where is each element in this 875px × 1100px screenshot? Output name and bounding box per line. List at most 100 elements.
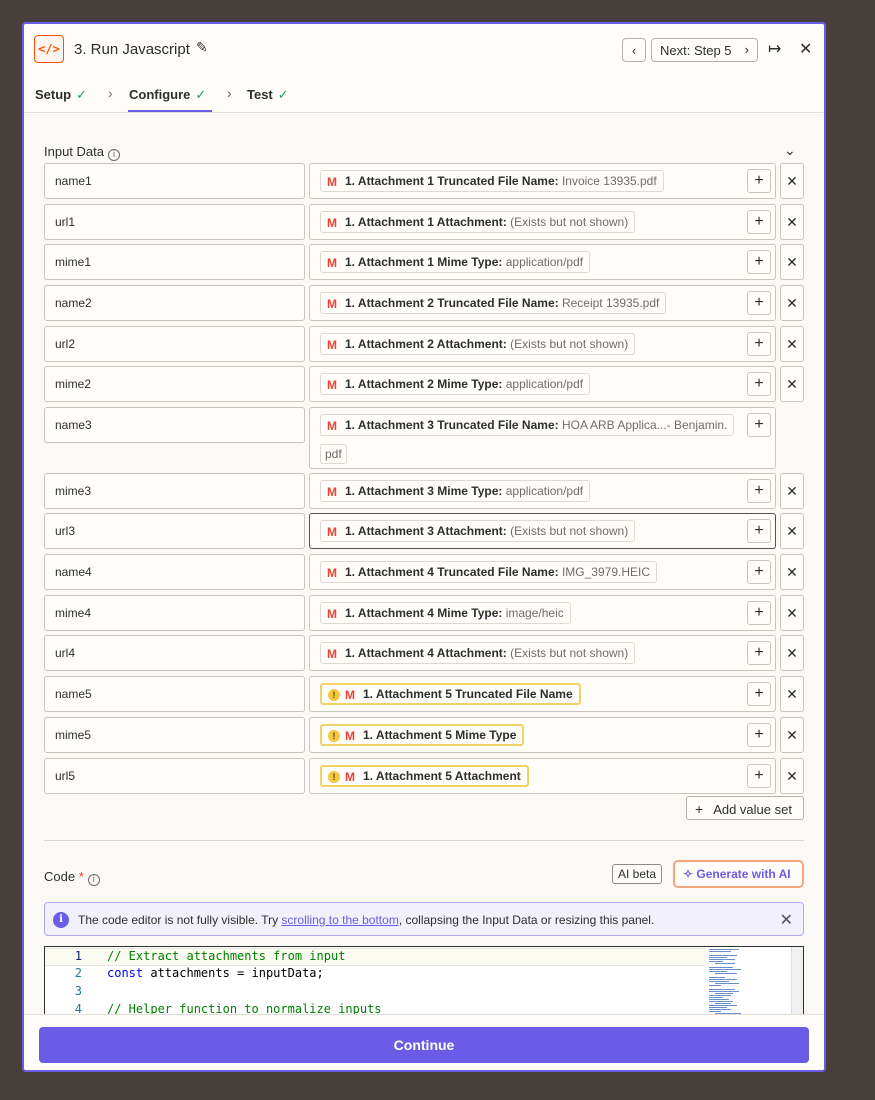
step-title[interactable]: 3. Run Javascript	[74, 41, 190, 58]
input-key-field[interactable]: name5	[44, 676, 305, 712]
next-step-button[interactable]: Next: Step 5 ›	[651, 38, 758, 62]
mapped-field-pill[interactable]: ! M 1. Attachment 5 Truncated File Name	[320, 683, 581, 705]
remove-row-button[interactable]: ✕	[780, 244, 804, 280]
input-key-field[interactable]: mime3	[44, 473, 305, 509]
mapped-field-pill[interactable]: M 1. Attachment 3 Truncated File Name: HO…	[320, 414, 735, 436]
input-key-field[interactable]: url3	[44, 513, 305, 549]
collapse-panel-icon[interactable]: ↦	[768, 39, 781, 59]
mapped-field-pill[interactable]: M 1. Attachment 3 Mime Type: application/…	[320, 480, 591, 502]
insert-data-button[interactable]: +	[747, 250, 771, 274]
remove-row-button[interactable]: ✕	[780, 635, 804, 671]
tab-setup[interactable]: Setup ✓	[35, 87, 87, 103]
remove-row-button[interactable]: ✕	[780, 513, 804, 549]
input-value-field[interactable]: ! M 1. Attachment 5 Truncated File Name +	[309, 676, 776, 712]
insert-data-button[interactable]: +	[747, 413, 771, 437]
info-icon[interactable]: i	[87, 874, 100, 886]
insert-data-button[interactable]: +	[747, 479, 771, 503]
insert-data-button[interactable]: +	[747, 764, 771, 788]
pencil-icon[interactable]: ✎	[196, 39, 208, 56]
input-key-field[interactable]: name2	[44, 285, 305, 321]
code-line[interactable]: 1 // Extract attachments from input	[45, 948, 705, 966]
insert-data-button[interactable]: +	[747, 291, 771, 315]
mapped-field-pill[interactable]: M 1. Attachment 1 Attachment: (Exists but…	[320, 211, 636, 233]
remove-row-button[interactable]: ✕	[780, 717, 804, 753]
generate-with-ai-label: Generate with AI	[696, 867, 791, 881]
mapped-field-pill[interactable]: M 1. Attachment 4 Attachment: (Exists but…	[320, 642, 636, 664]
mapped-field-pill[interactable]: ! M 1. Attachment 5 Attachment	[320, 765, 529, 787]
close-icon[interactable]: ✕	[799, 39, 812, 59]
insert-data-button[interactable]: +	[747, 641, 771, 665]
input-key-field[interactable]: url2	[44, 326, 305, 362]
input-value-field[interactable]: M 1. Attachment 1 Truncated File Name: In…	[309, 163, 776, 199]
input-key-field[interactable]: mime5	[44, 717, 305, 753]
previous-step-button[interactable]: ‹	[622, 38, 646, 62]
minimap-line	[709, 971, 727, 972]
remove-row-button[interactable]: ✕	[780, 676, 804, 712]
input-key-field[interactable]: url5	[44, 758, 305, 794]
insert-data-button[interactable]: +	[747, 169, 771, 193]
close-icon[interactable]: ✕	[780, 910, 793, 930]
input-value-field[interactable]: M 1. Attachment 3 Attachment: (Exists but…	[309, 513, 776, 549]
input-value-field[interactable]: M 1. Attachment 1 Mime Type: application/…	[309, 244, 776, 280]
warning-icon: !	[328, 689, 340, 701]
code-line[interactable]: 3	[45, 984, 705, 1002]
tab-test-label: Test	[247, 87, 273, 102]
scroll-to-bottom-link[interactable]: scrolling to the bottom	[281, 913, 398, 927]
input-key-field[interactable]: mime1	[44, 244, 305, 280]
input-value-field[interactable]: M 1. Attachment 1 Attachment: (Exists but…	[309, 204, 776, 240]
insert-data-button[interactable]: +	[747, 723, 771, 747]
input-value-field[interactable]: M 1. Attachment 2 Mime Type: application/…	[309, 366, 776, 402]
insert-data-button[interactable]: +	[747, 682, 771, 706]
mapped-field-pill[interactable]: M 1. Attachment 1 Truncated File Name: In…	[320, 170, 664, 192]
remove-row-button[interactable]: ✕	[780, 204, 804, 240]
insert-data-button[interactable]: +	[747, 560, 771, 584]
tab-configure[interactable]: Configure ✓	[129, 87, 206, 103]
mapped-field-pill[interactable]: M 1. Attachment 1 Mime Type: application/…	[320, 251, 591, 273]
mapped-field-pill[interactable]: M 1. Attachment 4 Truncated File Name: IM…	[320, 561, 657, 583]
input-value-field[interactable]: M 1. Attachment 4 Attachment: (Exists but…	[309, 635, 776, 671]
input-key-field[interactable]: url1	[44, 204, 305, 240]
input-key-field[interactable]: mime2	[44, 366, 305, 402]
input-key-field[interactable]: url4	[44, 635, 305, 671]
input-value-field[interactable]: M 1. Attachment 2 Truncated File Name: Re…	[309, 285, 776, 321]
input-value-field[interactable]: M 1. Attachment 3 Truncated File Name: HO…	[309, 407, 776, 469]
remove-row-button[interactable]: ✕	[780, 163, 804, 199]
info-icon[interactable]: i	[108, 149, 120, 161]
remove-row-button[interactable]: ✕	[780, 285, 804, 321]
mapped-field-pill[interactable]: ! M 1. Attachment 5 Mime Type	[320, 724, 525, 746]
input-value-field[interactable]: ! M 1. Attachment 5 Mime Type +	[309, 717, 776, 753]
remove-row-button[interactable]: ✕	[780, 326, 804, 362]
input-value-field[interactable]: M 1. Attachment 4 Truncated File Name: IM…	[309, 554, 776, 590]
input-key-field[interactable]: mime4	[44, 595, 305, 631]
remove-row-button[interactable]: ✕	[780, 473, 804, 509]
remove-row-button[interactable]: ✕	[780, 758, 804, 794]
add-value-set-button[interactable]: + Add value set	[686, 796, 804, 820]
input-value-field[interactable]: M 1. Attachment 4 Mime Type: image/heic +	[309, 595, 776, 631]
code-line[interactable]: 2 const attachments = inputData;	[45, 966, 705, 984]
input-key-field[interactable]: name4	[44, 554, 305, 590]
insert-data-button[interactable]: +	[747, 210, 771, 234]
tab-test[interactable]: Test ✓	[247, 87, 289, 103]
continue-button[interactable]: Continue	[39, 1027, 809, 1063]
input-key-field[interactable]: name1	[44, 163, 305, 199]
generate-with-ai-button[interactable]: ✧ Generate with AI	[673, 860, 804, 888]
mapped-field-pill[interactable]: M 1. Attachment 4 Mime Type: image/heic	[320, 602, 571, 624]
insert-data-button[interactable]: +	[747, 372, 771, 396]
remove-row-button[interactable]: ✕	[780, 366, 804, 402]
input-value-field[interactable]: M 1. Attachment 3 Mime Type: application/…	[309, 473, 776, 509]
chevron-down-icon[interactable]: ⌄	[784, 142, 796, 159]
mapped-field-pill[interactable]: M 1. Attachment 3 Attachment: (Exists but…	[320, 520, 636, 542]
minimap-line	[715, 983, 739, 984]
remove-row-button[interactable]: ✕	[780, 595, 804, 631]
mapped-field-pill[interactable]: M 1. Attachment 2 Truncated File Name: Re…	[320, 292, 667, 314]
mapped-field-pill[interactable]: M 1. Attachment 2 Mime Type: application/…	[320, 373, 591, 395]
input-value-field[interactable]: M 1. Attachment 2 Attachment: (Exists but…	[309, 326, 776, 362]
remove-row-button[interactable]: ✕	[780, 554, 804, 590]
insert-data-button[interactable]: +	[747, 332, 771, 356]
info-icon: i	[53, 912, 69, 928]
mapped-field-pill[interactable]: M 1. Attachment 2 Attachment: (Exists but…	[320, 333, 636, 355]
insert-data-button[interactable]: +	[747, 601, 771, 625]
input-key-field[interactable]: name3	[44, 407, 305, 443]
input-value-field[interactable]: ! M 1. Attachment 5 Attachment +	[309, 758, 776, 794]
insert-data-button[interactable]: +	[747, 519, 771, 543]
